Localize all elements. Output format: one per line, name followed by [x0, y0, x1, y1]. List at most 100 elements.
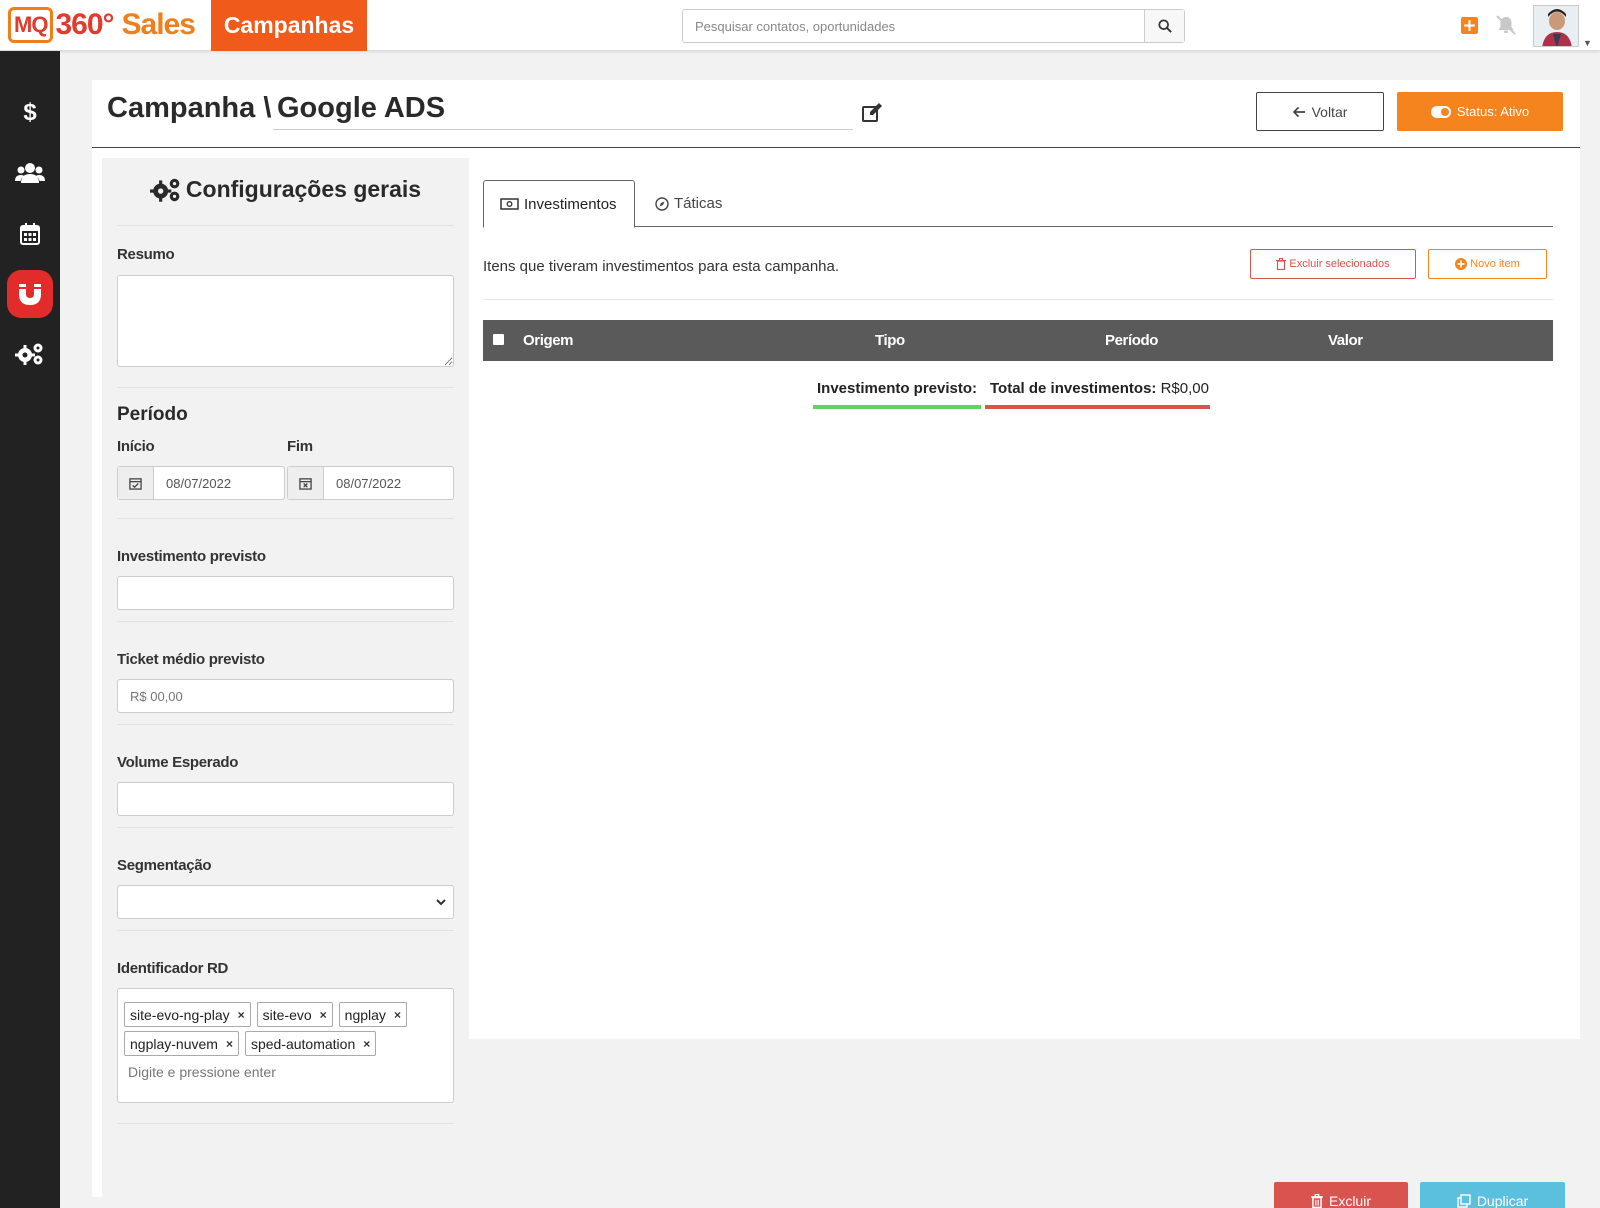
column-tipo[interactable]: Tipo	[875, 332, 905, 349]
sidebar-item-financeiro[interactable]: $	[0, 87, 60, 137]
close-icon[interactable]: ×	[226, 1037, 233, 1051]
settings-title: Configurações gerais	[102, 176, 469, 203]
logo-mq: MQ	[8, 7, 54, 43]
calendar-icon	[20, 223, 40, 245]
divider	[483, 299, 1553, 300]
search-button[interactable]	[1144, 10, 1184, 42]
chevron-down-icon[interactable]: ▼	[1583, 38, 1592, 48]
periodo-heading: Período	[117, 404, 188, 425]
segmentacao-select[interactable]	[117, 885, 454, 919]
investments-description: Itens que tiveram investimentos para est…	[483, 258, 840, 275]
logo-sales: Sales	[121, 8, 196, 41]
calendar-check-icon[interactable]	[118, 467, 154, 499]
tag-label: ngplay-nuvem	[130, 1035, 218, 1052]
new-item-label: Novo item	[1470, 258, 1520, 270]
svg-text:$: $	[23, 99, 37, 125]
close-icon[interactable]: ×	[394, 1008, 401, 1022]
investimento-previsto-total: Investimento previsto:	[817, 380, 977, 397]
investimento-input[interactable]	[117, 576, 454, 610]
top-bar: MQ 360° Sales Campanhas ▼	[0, 0, 1600, 51]
chevron-down-icon	[436, 899, 446, 906]
tag-chip: ngplay-nuvem ×	[124, 1031, 239, 1056]
divider	[117, 724, 454, 725]
fim-label: Fim	[287, 438, 313, 455]
tag-chip: site-evo ×	[256, 1002, 333, 1027]
investimento-previsto-underline	[813, 405, 981, 409]
arrow-left-icon	[1292, 106, 1305, 117]
users-icon	[15, 163, 45, 183]
sidebar-item-configuracoes[interactable]	[0, 329, 60, 379]
edit-icon[interactable]	[861, 102, 883, 124]
close-icon[interactable]: ×	[320, 1008, 327, 1022]
search-input[interactable]	[683, 10, 1144, 42]
sidebar-item-contatos[interactable]	[0, 148, 60, 198]
tab-bar: Investimentos Táticas	[483, 180, 1553, 228]
column-periodo[interactable]: Período	[1105, 332, 1158, 349]
page-title-prefix: Campanha \	[107, 92, 272, 124]
total-investimentos-label: Total de investimentos:	[990, 380, 1157, 397]
title-row: Campanha \ Voltar Status: Ativo	[92, 80, 1580, 148]
divider	[117, 827, 454, 828]
footer-actions: Excluir Duplicar	[469, 1039, 1580, 1208]
plus-square-icon	[1460, 16, 1478, 34]
dollar-icon: $	[23, 99, 37, 125]
select-all-checkbox[interactable]	[493, 334, 504, 345]
status-toggle-button[interactable]: Status: Ativo	[1397, 92, 1563, 131]
resumo-label: Resumo	[117, 246, 175, 263]
settings-title-text: Configurações gerais	[185, 176, 422, 202]
inicio-label: Início	[117, 438, 155, 455]
volume-label: Volume Esperado	[117, 754, 239, 771]
fim-date-value: 08/07/2022	[336, 475, 402, 491]
compass-icon	[655, 196, 669, 211]
close-icon[interactable]: ×	[363, 1037, 370, 1051]
general-settings-panel: Configurações gerais Resumo Período Iníc…	[102, 158, 469, 1197]
investimento-previsto-label: Investimento previsto:	[817, 380, 978, 397]
avatar[interactable]	[1533, 5, 1579, 47]
sidebar: $	[0, 51, 60, 1208]
delete-campaign-label: Excluir	[1328, 1193, 1371, 1208]
delete-selected-button[interactable]: Excluir selecionados	[1250, 249, 1416, 279]
tag-label: site-evo	[262, 1006, 312, 1023]
gears-icon	[149, 178, 180, 202]
tag-chip: site-evo-ng-play ×	[124, 1002, 251, 1027]
segmentacao-label: Segmentação	[117, 857, 212, 874]
total-investimentos: Total de investimentos: R$0,00	[990, 380, 1209, 397]
new-item-button[interactable]: Novo item	[1428, 249, 1547, 279]
divider	[117, 621, 454, 622]
ticket-input[interactable]	[117, 679, 454, 713]
notifications-button[interactable]	[1495, 14, 1517, 36]
duplicate-campaign-button[interactable]: Duplicar	[1420, 1182, 1565, 1208]
fim-date-field[interactable]: 08/07/2022	[287, 466, 454, 500]
tag-label: sped-automation	[250, 1035, 356, 1052]
investments-table-header: Origem Tipo Período Valor	[483, 320, 1553, 361]
volume-input[interactable]	[117, 782, 454, 816]
divider	[117, 1123, 454, 1124]
tab-taticas[interactable]: Táticas	[639, 180, 738, 227]
sidebar-item-campanhas[interactable]	[0, 269, 60, 319]
copy-icon	[1457, 1194, 1471, 1208]
toggle-on-icon	[1430, 105, 1451, 118]
add-button[interactable]	[1458, 14, 1480, 36]
tag-entry-input[interactable]	[128, 1064, 408, 1080]
back-button[interactable]: Voltar	[1256, 92, 1384, 131]
resumo-textarea[interactable]	[117, 275, 454, 367]
column-origem[interactable]: Origem	[523, 332, 574, 349]
delete-campaign-button[interactable]: Excluir	[1274, 1182, 1408, 1208]
tab-investimentos[interactable]: Investimentos	[483, 180, 635, 228]
tag-chip: sped-automation ×	[244, 1031, 377, 1056]
column-valor[interactable]: Valor	[1328, 332, 1363, 349]
campaign-card: Campanha \ Voltar Status: Ativo Configur…	[92, 80, 1580, 1208]
plus-circle-icon	[1455, 258, 1468, 270]
calendar-x-icon[interactable]	[288, 467, 324, 499]
divider	[117, 225, 454, 226]
inicio-date-field[interactable]: 08/07/2022	[117, 466, 285, 500]
tags-input-box[interactable]: site-evo-ng-play × site-evo × ngplay × ngpl…	[117, 988, 454, 1103]
logo[interactable]: MQ 360° Sales	[8, 4, 196, 46]
sidebar-item-agenda[interactable]	[0, 209, 60, 259]
search-icon	[1157, 19, 1172, 33]
close-icon[interactable]: ×	[238, 1008, 245, 1022]
back-button-label: Voltar	[1311, 103, 1348, 120]
status-label: Status: Ativo	[1456, 104, 1530, 119]
campaign-name-input[interactable]	[273, 88, 853, 130]
search-bar	[682, 9, 1185, 43]
